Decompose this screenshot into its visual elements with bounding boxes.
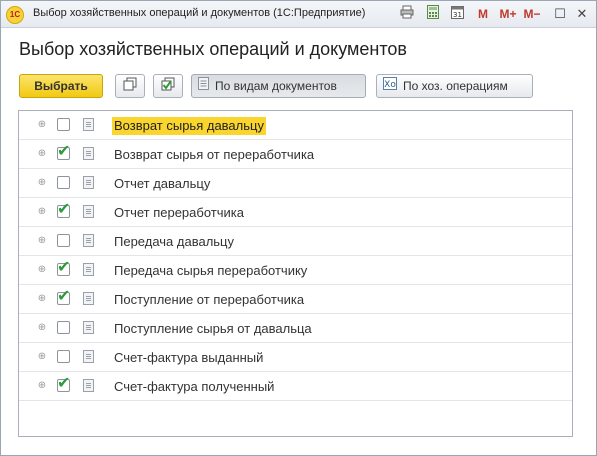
by-document-types-button[interactable]: По видам документов: [191, 74, 366, 98]
maximize-button[interactable]: ☐: [551, 5, 569, 23]
document-icon: [83, 205, 94, 218]
calculator-icon[interactable]: [425, 5, 441, 23]
item-checkbox[interactable]: ✔: [57, 288, 71, 305]
list-item-label: Отчет переработчика: [114, 205, 244, 220]
expand-icon[interactable]: ⊕: [37, 381, 47, 391]
memory-plus-button[interactable]: M+: [497, 5, 519, 23]
expand-icon[interactable]: ⊕: [37, 294, 47, 304]
title-bar: 1С Выбор хозяйственных операций и докуме…: [1, 1, 596, 28]
item-checkbox[interactable]: ✔: [57, 143, 71, 160]
list-item[interactable]: ⊕ ✔ Счет-фактура полученный: [19, 372, 572, 401]
document-icon: [83, 176, 94, 189]
svg-text:Xo: Xo: [384, 80, 396, 90]
checkmark-icon: ✔: [57, 375, 71, 392]
list-item-label: Поступление сырья от давальца: [114, 321, 312, 336]
select-button[interactable]: Выбрать: [19, 74, 103, 98]
memory-minus-button[interactable]: M−: [521, 5, 543, 23]
checkmark-icon: ✔: [57, 288, 71, 305]
expand-icon[interactable]: ⊕: [37, 265, 47, 275]
list-item-label: Отчет давальцу: [114, 176, 211, 191]
expand-icon[interactable]: ⊕: [37, 207, 47, 217]
checkmark-icon: ✔: [57, 143, 71, 160]
expand-icon[interactable]: ⊕: [37, 178, 47, 188]
list-item-label: Поступление от переработчика: [114, 292, 305, 307]
print-icon[interactable]: [399, 5, 415, 23]
list-item[interactable]: ⊕ Возврат сырья давальцу: [19, 111, 572, 140]
copy-button[interactable]: [115, 74, 145, 98]
by-document-types-label: По видам документов: [215, 79, 337, 93]
list-item[interactable]: ⊕ Счет-фактура выданный: [19, 343, 572, 372]
list-item[interactable]: ⊕ ✔ Возврат сырья от переработчика: [19, 140, 572, 169]
expand-icon[interactable]: ⊕: [37, 149, 47, 159]
document-icon: [83, 379, 94, 392]
window-title: Выбор хозяйственных операций и документо…: [33, 7, 366, 19]
expand-icon[interactable]: ⊕: [37, 352, 47, 362]
list-item[interactable]: ⊕ Поступление сырья от давальца: [19, 314, 572, 343]
item-checkbox[interactable]: ✔: [57, 375, 71, 392]
document-icon: [198, 75, 209, 97]
item-checkbox[interactable]: [57, 176, 70, 189]
document-icon: [83, 321, 94, 334]
checkmark-icon: ✔: [57, 259, 71, 276]
expand-icon[interactable]: ⊕: [37, 120, 47, 130]
list-item-label: Счет-фактура выданный: [114, 350, 264, 365]
item-checkbox[interactable]: ✔: [57, 201, 71, 218]
check-all-button[interactable]: [153, 74, 183, 98]
document-icon: [83, 263, 94, 276]
by-operations-label: По хоз. операциям: [403, 79, 508, 93]
document-icon: [83, 292, 94, 305]
list-item-label: Возврат сырья от переработчика: [114, 147, 315, 162]
list-item[interactable]: ⊕ ✔ Отчет переработчика: [19, 198, 572, 227]
copy-icon: [123, 76, 137, 98]
check-all-icon: [161, 76, 176, 98]
item-checkbox[interactable]: [57, 350, 70, 363]
list-item[interactable]: ⊕ ✔ Передача сырья переработчику: [19, 256, 572, 285]
document-icon: [83, 234, 94, 247]
document-icon: [83, 350, 94, 363]
app-logo: 1С: [6, 6, 24, 24]
calendar-icon[interactable]: 31: [449, 5, 465, 23]
document-icon: [83, 118, 94, 131]
svg-text:31: 31: [453, 11, 462, 19]
list-item-label: Возврат сырья давальцу: [112, 117, 266, 135]
list-item[interactable]: ⊕ ✔ Поступление от переработчика: [19, 285, 572, 314]
memory-button[interactable]: M: [476, 5, 490, 23]
checkmark-icon: ✔: [57, 201, 71, 218]
expand-icon[interactable]: ⊕: [37, 236, 47, 246]
item-checkbox[interactable]: [57, 118, 70, 131]
expand-icon[interactable]: ⊕: [37, 323, 47, 333]
list-item[interactable]: ⊕ Отчет давальцу: [19, 169, 572, 198]
list-item[interactable]: ⊕ Передача давальцу: [19, 227, 572, 256]
item-checkbox[interactable]: [57, 234, 70, 247]
item-checkbox[interactable]: ✔: [57, 259, 71, 276]
close-button[interactable]: ✕: [573, 5, 591, 23]
list-item-label: Передача сырья переработчику: [114, 263, 308, 278]
page-title: Выбор хозяйственных операций и документо…: [19, 39, 407, 59]
document-icon: [83, 147, 94, 160]
list-item-label: Передача давальцу: [114, 234, 235, 249]
operation-icon: Xo: [383, 75, 397, 97]
item-checkbox[interactable]: [57, 321, 70, 334]
dialog-window: 1С Выбор хозяйственных операций и докуме…: [0, 0, 597, 456]
operations-list[interactable]: ⊕ Возврат сырья давальцу ⊕ ✔ Возврат сырья о…: [18, 110, 573, 437]
by-operations-button[interactable]: Xo По хоз. операциям: [376, 74, 533, 98]
list-item-label: Счет-фактура полученный: [114, 379, 275, 394]
